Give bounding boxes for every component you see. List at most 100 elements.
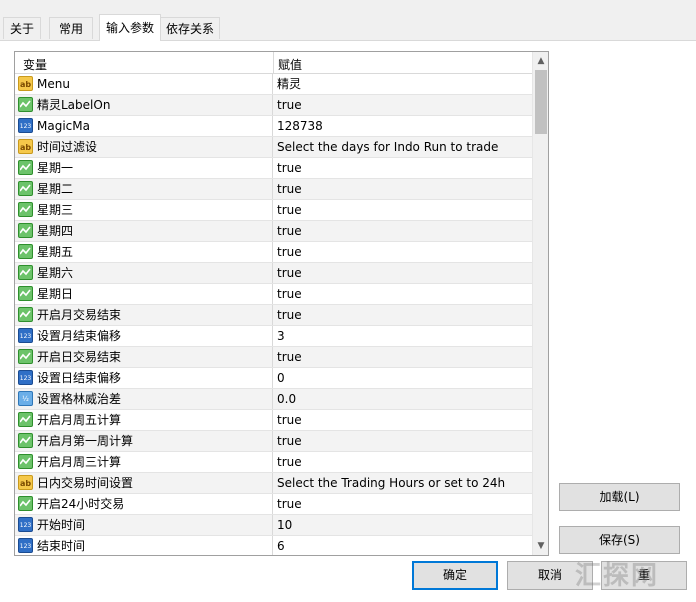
variable-cell[interactable]: 星期二	[15, 179, 273, 199]
value-cell[interactable]: true	[274, 347, 302, 367]
table-row[interactable]: 123 结束时间 6	[15, 536, 532, 555]
table-row[interactable]: ½ 设置格林威治差 0.0	[15, 389, 532, 410]
variable-cell[interactable]: ab Menu	[15, 74, 273, 94]
table-row[interactable]: ab 时间过滤设 Select the days for Indo Run to t…	[15, 137, 532, 158]
header-variable[interactable]: 变量	[23, 56, 47, 73]
table-row[interactable]: 123 设置日结束偏移 0	[15, 368, 532, 389]
value-cell[interactable]: 3	[274, 326, 285, 346]
value-cell[interactable]: true	[274, 452, 302, 472]
value-cell[interactable]: 精灵	[274, 74, 301, 94]
table-row[interactable]: 星期一 true	[15, 158, 532, 179]
variable-cell[interactable]: 开启月第一周计算	[15, 431, 273, 451]
variable-cell[interactable]: 开启24小时交易	[15, 494, 273, 514]
variable-cell[interactable]: 开启日交易结束	[15, 347, 273, 367]
reset-button[interactable]: 重	[601, 561, 687, 590]
value-cell[interactable]: Select the Trading Hours or set to 24h	[274, 473, 505, 493]
table-row[interactable]: 星期四 true	[15, 221, 532, 242]
variable-cell[interactable]: 123 设置月结束偏移	[15, 326, 273, 346]
scroll-down-arrow[interactable]: ▼	[533, 538, 548, 554]
variable-cell[interactable]: 星期日	[15, 284, 273, 304]
variable-name: 设置格林威治差	[37, 392, 122, 406]
parameters-grid[interactable]: 变量 赋值 ab Menu 精灵 精灵LabelOn true 123 MagicMa 128…	[14, 51, 549, 556]
variable-name: 星期四	[37, 224, 74, 238]
table-row[interactable]: 123 设置月结束偏移 3	[15, 326, 532, 347]
value-cell[interactable]: true	[274, 95, 302, 115]
value-cell[interactable]: 128738	[274, 116, 323, 136]
value-cell[interactable]: true	[274, 179, 302, 199]
bool-type-icon	[18, 97, 33, 112]
value-cell[interactable]: true	[274, 410, 302, 430]
tab-common[interactable]: 常用	[49, 17, 93, 39]
variable-cell[interactable]: 星期五	[15, 242, 273, 262]
table-row[interactable]: 星期二 true	[15, 179, 532, 200]
variable-cell[interactable]: 123 开始时间	[15, 515, 273, 535]
variable-cell[interactable]: ½ 设置格林威治差	[15, 389, 273, 409]
value-cell[interactable]: true	[274, 284, 302, 304]
variable-name: 日内交易时间设置	[37, 476, 134, 490]
variable-cell[interactable]: 开启月周三计算	[15, 452, 273, 472]
bool-type-icon	[18, 244, 33, 259]
integer-type-icon: 123	[18, 370, 33, 385]
table-row[interactable]: ab Menu 精灵	[15, 74, 532, 95]
variable-name: 星期二	[37, 182, 74, 196]
value-cell[interactable]: true	[274, 305, 302, 325]
value-cell[interactable]: true	[274, 494, 302, 514]
string-type-icon: ab	[18, 475, 33, 490]
save-button[interactable]: 保存(S)	[559, 526, 680, 554]
table-row[interactable]: 开启24小时交易 true	[15, 494, 532, 515]
variable-cell[interactable]: 精灵LabelOn	[15, 95, 273, 115]
table-row[interactable]: ab 日内交易时间设置 Select the Trading Hours or se…	[15, 473, 532, 494]
cancel-button[interactable]: 取消	[507, 561, 593, 590]
variable-cell[interactable]: 星期四	[15, 221, 273, 241]
vertical-scrollbar[interactable]: ▲ ▼	[532, 52, 548, 555]
table-row[interactable]: 星期五 true	[15, 242, 532, 263]
value-cell[interactable]: true	[274, 242, 302, 262]
variable-cell[interactable]: 星期六	[15, 263, 273, 283]
bool-type-icon	[18, 412, 33, 427]
value-cell[interactable]: 0	[274, 368, 285, 388]
variable-cell[interactable]: 星期三	[15, 200, 273, 220]
bool-type-icon	[18, 286, 33, 301]
table-row[interactable]: 123 开始时间 10	[15, 515, 532, 536]
variable-cell[interactable]: ab 时间过滤设	[15, 137, 273, 157]
variable-name: 开启月交易结束	[37, 308, 122, 322]
ok-button[interactable]: 确定	[412, 561, 498, 590]
variable-cell[interactable]: ab 日内交易时间设置	[15, 473, 273, 493]
value-cell[interactable]: Select the days for Indo Run to trade	[274, 137, 498, 157]
tab-about[interactable]: 关于	[3, 17, 41, 39]
value-cell[interactable]: 10	[274, 515, 292, 535]
integer-type-icon: 123	[18, 118, 33, 133]
variable-cell[interactable]: 星期一	[15, 158, 273, 178]
variable-cell[interactable]: 123 MagicMa	[15, 116, 273, 136]
table-row[interactable]: 开启月周三计算 true	[15, 452, 532, 473]
value-cell[interactable]: 0.0	[274, 389, 296, 409]
value-cell[interactable]: true	[274, 221, 302, 241]
scroll-up-arrow[interactable]: ▲	[533, 53, 548, 69]
bool-type-icon	[18, 181, 33, 196]
table-row[interactable]: 开启月周五计算 true	[15, 410, 532, 431]
scrollbar-thumb[interactable]	[535, 70, 547, 134]
table-row[interactable]: 开启月第一周计算 true	[15, 431, 532, 452]
integer-type-icon: 123	[18, 517, 33, 532]
value-cell[interactable]: true	[274, 263, 302, 283]
tab-dependencies[interactable]: 依存关系	[160, 17, 220, 39]
value-cell[interactable]: true	[274, 200, 302, 220]
value-cell[interactable]: true	[274, 158, 302, 178]
table-row[interactable]: 星期六 true	[15, 263, 532, 284]
table-row[interactable]: 精灵LabelOn true	[15, 95, 532, 116]
table-row[interactable]: 123 MagicMa 128738	[15, 116, 532, 137]
variable-cell[interactable]: 123 设置日结束偏移	[15, 368, 273, 388]
variable-cell[interactable]: 123 结束时间	[15, 536, 273, 555]
table-row[interactable]: 开启日交易结束 true	[15, 347, 532, 368]
tab-inputs[interactable]: 输入参数	[99, 14, 161, 41]
variable-name: 星期一	[37, 161, 74, 175]
header-value[interactable]: 赋值	[278, 56, 302, 73]
variable-cell[interactable]: 开启月交易结束	[15, 305, 273, 325]
table-row[interactable]: 星期日 true	[15, 284, 532, 305]
table-row[interactable]: 星期三 true	[15, 200, 532, 221]
value-cell[interactable]: true	[274, 431, 302, 451]
table-row[interactable]: 开启月交易结束 true	[15, 305, 532, 326]
variable-cell[interactable]: 开启月周五计算	[15, 410, 273, 430]
value-cell[interactable]: 6	[274, 536, 285, 555]
load-button[interactable]: 加载(L)	[559, 483, 680, 511]
